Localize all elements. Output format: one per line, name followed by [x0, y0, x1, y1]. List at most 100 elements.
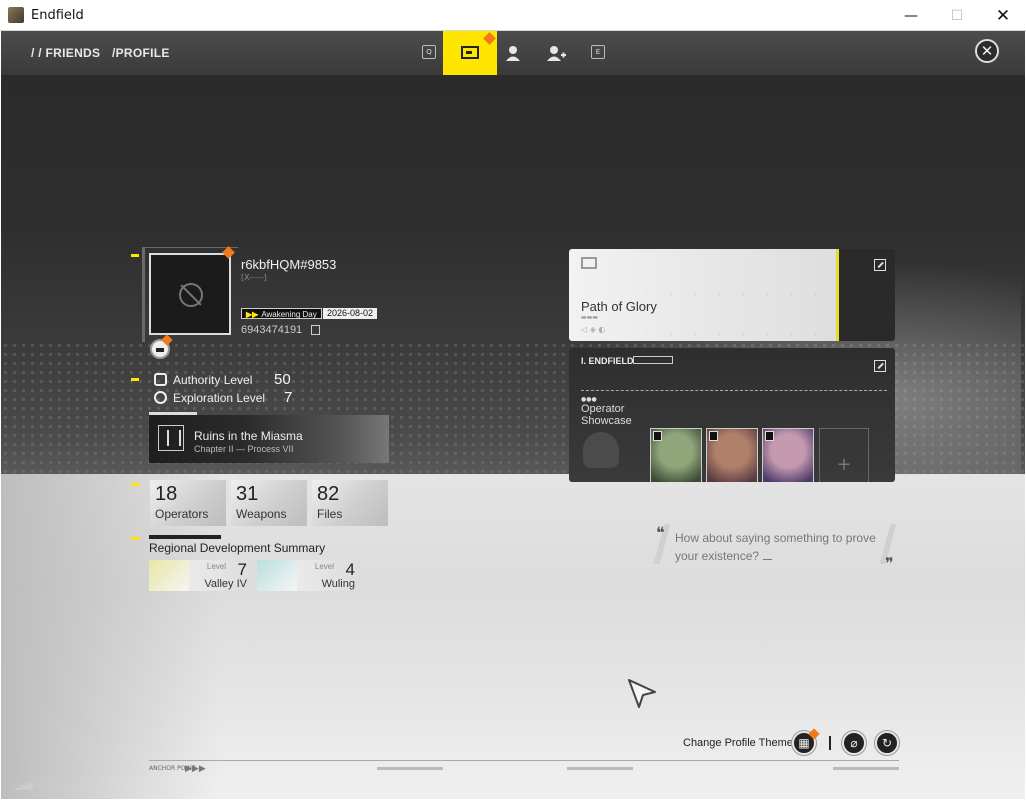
avatar[interactable]	[149, 253, 231, 335]
operator-showcase-card: I. ENDFIELD ●●● Operator Showcase 01 01 …	[569, 348, 895, 482]
edit-icon[interactable]	[763, 551, 773, 560]
network-ping: ▂▄▆ 167ms	[15, 781, 64, 790]
section-marker	[131, 483, 139, 486]
divider	[829, 736, 831, 750]
awakening-day-label: ▶▶ Awakening Day	[241, 308, 322, 319]
operator-silhouette-icon	[583, 432, 619, 468]
close-icon[interactable]: ✕	[975, 39, 999, 63]
authority-level-label: Authority Level	[173, 373, 253, 387]
stat-weapons[interactable]: 31 Weapons	[231, 480, 307, 526]
breadcrumb-friends[interactable]: / / FRIENDS	[31, 46, 100, 60]
operator-class-icon	[709, 431, 718, 441]
signature-text[interactable]: How about saying something to prove your…	[675, 529, 885, 565]
close-quote-icon: ❞	[885, 554, 894, 573]
region-wuling[interactable]: Level 4 Wuling	[257, 560, 361, 591]
divider	[581, 390, 887, 391]
region-header-bar	[149, 535, 221, 539]
region-map-thumbnail	[149, 560, 189, 591]
operator-slot-3[interactable]: 01	[762, 428, 814, 482]
glory-title: Path of Glory	[581, 299, 657, 314]
authority-level-icon	[154, 373, 167, 386]
ping-value: 167ms	[36, 781, 64, 790]
glory-subtitle: ▬▬▬	[581, 314, 599, 321]
stat-value: 82	[317, 483, 340, 505]
maximize-button[interactable]: ☐	[934, 0, 980, 31]
region-summary-title: Regional Development Summary	[149, 541, 326, 555]
hide-ui-button[interactable]: ⌀	[842, 731, 866, 755]
game-viewport: / / FRIENDS /PROFILE Q E ✕ r6kbfHQM#9853…	[1, 31, 1025, 799]
add-friend-icon[interactable]	[546, 43, 566, 63]
refresh-button[interactable]: ↻	[875, 731, 899, 755]
mission-emblem-icon	[158, 425, 184, 451]
mission-progress-card[interactable]: Ruins in the Miasma Chapter II — Process…	[149, 415, 389, 463]
window-titlebar: Endfield — ☐ ✕	[0, 0, 1026, 31]
profile-card-icon	[461, 46, 479, 59]
expand-icon[interactable]	[874, 360, 886, 372]
showcase-label-line2: Showcase	[581, 415, 632, 427]
stat-label: Operators	[155, 507, 209, 521]
breadcrumb-profile: /PROFILE	[111, 46, 170, 60]
showcase-label: Operator Showcase	[581, 403, 632, 427]
awakening-date: 2026-08-02	[323, 308, 378, 319]
glory-badge-icons: ◁ ◈ ◐	[581, 325, 606, 334]
change-theme-label[interactable]: Change Profile Theme	[683, 737, 793, 749]
showcase-header: I. ENDFIELD	[581, 356, 634, 366]
footer-divider	[149, 760, 899, 761]
notification-dot	[483, 32, 496, 45]
copy-icon[interactable]	[311, 325, 320, 335]
mouse-cursor-icon	[628, 679, 656, 708]
region-level: 7	[237, 560, 247, 579]
section-marker	[131, 537, 139, 540]
exploration-level-label: Exploration Level	[173, 391, 266, 405]
open-quote-icon: ❝	[656, 523, 665, 542]
region-level-label: Level	[314, 562, 334, 571]
awakening-day-text: Awakening Day	[261, 310, 317, 319]
tab-profile-card[interactable]	[443, 31, 497, 75]
showcase-header-tag	[633, 356, 673, 364]
add-operator-slot[interactable]: +	[819, 428, 869, 482]
operator-class-icon	[765, 431, 774, 441]
region-name: Wuling	[321, 578, 355, 590]
empty-avatar-icon	[179, 283, 203, 307]
arrows-icon: ▶▶▶	[185, 764, 206, 774]
region-name: Valley IV	[204, 578, 247, 590]
user-id: 6943474191	[241, 324, 303, 336]
close-window-button[interactable]: ✕	[980, 0, 1026, 31]
top-navigation: / / FRIENDS /PROFILE Q E ✕	[1, 31, 1025, 75]
exploration-level-value: 7	[284, 389, 293, 406]
mission-title: Ruins in the Miasma	[194, 429, 303, 443]
glory-panel: Path of Glory ▬▬▬ ◁ ◈ ◐	[569, 249, 839, 341]
dots-icon: ●●●	[581, 396, 597, 403]
user-subline: [X-----]	[241, 273, 267, 282]
stat-label: Weapons	[236, 507, 287, 521]
section-marker	[131, 378, 139, 381]
region-map-thumbnail	[257, 560, 297, 591]
glory-logo-icon	[581, 257, 597, 269]
mission-subtitle: Chapter II — Process VII	[194, 444, 294, 454]
signature-placeholder: How about saying something to prove your…	[675, 531, 876, 563]
region-level-label: Level	[206, 562, 226, 571]
authority-level-value: 50	[274, 371, 291, 388]
region-valley-iv[interactable]: Level 7 Valley IV	[149, 560, 253, 591]
stat-value: 18	[155, 483, 178, 505]
path-of-glory-card[interactable]: Path of Glory ▬▬▬ ◁ ◈ ◐	[569, 249, 895, 341]
username: r6kbfHQM#9853	[241, 257, 337, 272]
window-title: Endfield	[31, 8, 84, 23]
breadcrumb: / / FRIENDS /PROFILE	[31, 46, 178, 60]
person-icon[interactable]	[503, 43, 523, 63]
footer-mark	[377, 767, 443, 770]
stat-label: Files	[317, 507, 343, 521]
operator-slot-1[interactable]: 01	[650, 428, 702, 482]
stat-files[interactable]: 82 Files	[312, 480, 388, 526]
exploration-level-icon	[154, 391, 167, 404]
key-hint-e: E	[591, 45, 605, 59]
stat-value: 31	[236, 483, 259, 505]
expand-icon[interactable]	[874, 259, 886, 271]
operator-slot-2[interactable]: 01	[706, 428, 758, 482]
minimize-button[interactable]: —	[888, 0, 934, 31]
footer-mark	[833, 767, 899, 770]
region-level: 4	[345, 560, 355, 579]
stat-operators[interactable]: 18 Operators	[150, 480, 226, 526]
showcase-label-line1: Operator	[581, 403, 625, 415]
hex-pattern	[647, 255, 837, 335]
